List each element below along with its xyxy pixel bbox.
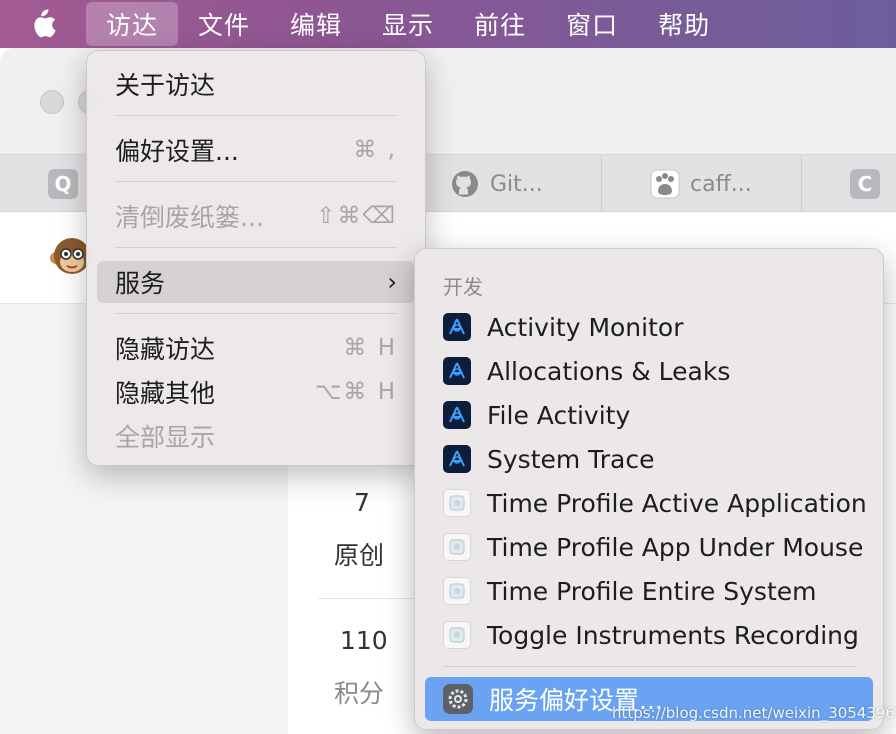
instruments-icon — [443, 313, 471, 341]
tab-favicon: C — [850, 169, 880, 199]
menu-separator — [443, 666, 857, 667]
menu-shortcut: ⇧⌘⌫ — [316, 203, 397, 229]
service-allocations-leaks[interactable]: Allocations & Leaks — [425, 349, 873, 393]
menu-item-label: 全部显示 — [115, 423, 216, 452]
menu-item-label: 关于访达 — [115, 71, 216, 100]
tab-title: caff... — [690, 171, 752, 197]
chevron-right-icon: › — [387, 268, 397, 296]
menubar-window[interactable]: 窗口 — [546, 0, 638, 48]
service-label: Time Profile Entire System — [487, 576, 817, 606]
apple-logo-icon[interactable] — [0, 0, 86, 48]
stats-divider — [318, 598, 418, 599]
about-finder-item[interactable]: 关于访达 — [97, 63, 415, 105]
instruments-icon — [443, 357, 471, 385]
menu-separator — [115, 313, 397, 314]
hide-finder-item[interactable]: 隐藏访达 ⌘ H — [97, 327, 415, 369]
tab-title: Git... — [490, 171, 543, 197]
menu-separator — [115, 247, 397, 248]
hide-others-item[interactable]: 隐藏其他 ⌥⌘ H — [97, 371, 415, 413]
instruments-icon — [443, 401, 471, 429]
menu-item-label: 清倒废纸篓... — [115, 203, 264, 232]
menu-item-label: 服务 — [115, 269, 166, 298]
menu-shortcut: ⌘ , — [353, 137, 397, 163]
service-activity-monitor[interactable]: Activity Monitor — [425, 305, 873, 349]
gear-icon — [443, 684, 473, 714]
menu-separator — [115, 181, 397, 182]
script-icon — [443, 621, 471, 649]
service-label: Activity Monitor — [487, 312, 684, 342]
baidu-paw-icon — [650, 169, 680, 199]
watermark-url: https://blog.csdn.net/weixin_30543967 — [612, 704, 896, 722]
menu-separator — [115, 115, 397, 116]
service-time-profile-active-app[interactable]: Time Profile Active Application — [425, 481, 873, 525]
services-item[interactable]: 服务 › — [97, 261, 415, 303]
instruments-icon — [443, 445, 471, 473]
show-all-item: 全部显示 — [97, 415, 415, 457]
menubar-edit[interactable]: 编辑 — [270, 0, 362, 48]
menubar-view[interactable]: 显示 — [362, 0, 454, 48]
menubar-finder[interactable]: 访达 — [86, 2, 179, 46]
original-label: 原创 — [334, 541, 385, 570]
service-toggle-instruments-recording[interactable]: Toggle Instruments Recording — [425, 613, 873, 657]
menu-shortcut: ⌘ H — [343, 335, 397, 361]
original-count: 7 — [354, 488, 370, 517]
menu-item-label: 隐藏访达 — [115, 335, 216, 364]
service-time-profile-app-under-mouse[interactable]: Time Profile App Under Mouse — [425, 525, 873, 569]
points-label: 积分 — [334, 679, 385, 708]
finder-app-menu: 关于访达 偏好设置... ⌘ , 清倒废纸篓... ⇧⌘⌫ 服务 › 隐藏访达 … — [86, 50, 426, 466]
service-label: File Activity — [487, 400, 631, 430]
service-label: Time Profile Active Application — [487, 488, 867, 518]
browser-tab-4[interactable]: C — [802, 155, 896, 213]
menu-shortcut: ⌥⌘ H — [314, 379, 397, 405]
service-system-trace[interactable]: System Trace — [425, 437, 873, 481]
menu-item-label: 偏好设置... — [115, 137, 239, 166]
service-label: Allocations & Leaks — [487, 356, 731, 386]
section-header: 开发 — [443, 275, 483, 299]
close-window-button[interactable] — [40, 90, 64, 114]
menu-item-label: 隐藏其他 — [115, 379, 216, 408]
script-icon — [443, 533, 471, 561]
menubar-file[interactable]: 文件 — [178, 0, 270, 48]
service-label: System Trace — [487, 444, 655, 474]
services-submenu: 开发 Activity Monitor Allocations & Leaks … — [414, 248, 884, 730]
service-label: Toggle Instruments Recording — [487, 620, 859, 650]
service-label: Time Profile App Under Mouse — [487, 532, 864, 562]
menu-bar: 访达 文件 编辑 显示 前往 窗口 帮助 — [0, 0, 896, 48]
tab-favicon: Q — [48, 169, 78, 199]
points-count: 110 — [340, 626, 388, 655]
service-time-profile-entire-system[interactable]: Time Profile Entire System — [425, 569, 873, 613]
script-icon — [443, 489, 471, 517]
github-icon — [450, 169, 480, 199]
preferences-item[interactable]: 偏好设置... ⌘ , — [97, 129, 415, 171]
menubar-go[interactable]: 前往 — [454, 0, 546, 48]
menubar-help[interactable]: 帮助 — [638, 0, 730, 48]
script-icon — [443, 577, 471, 605]
browser-tab-baidu[interactable]: caff... — [602, 155, 802, 213]
browser-tab-github[interactable]: Git... — [402, 155, 602, 213]
empty-trash-item: 清倒废纸篓... ⇧⌘⌫ — [97, 195, 415, 237]
service-file-activity[interactable]: File Activity — [425, 393, 873, 437]
